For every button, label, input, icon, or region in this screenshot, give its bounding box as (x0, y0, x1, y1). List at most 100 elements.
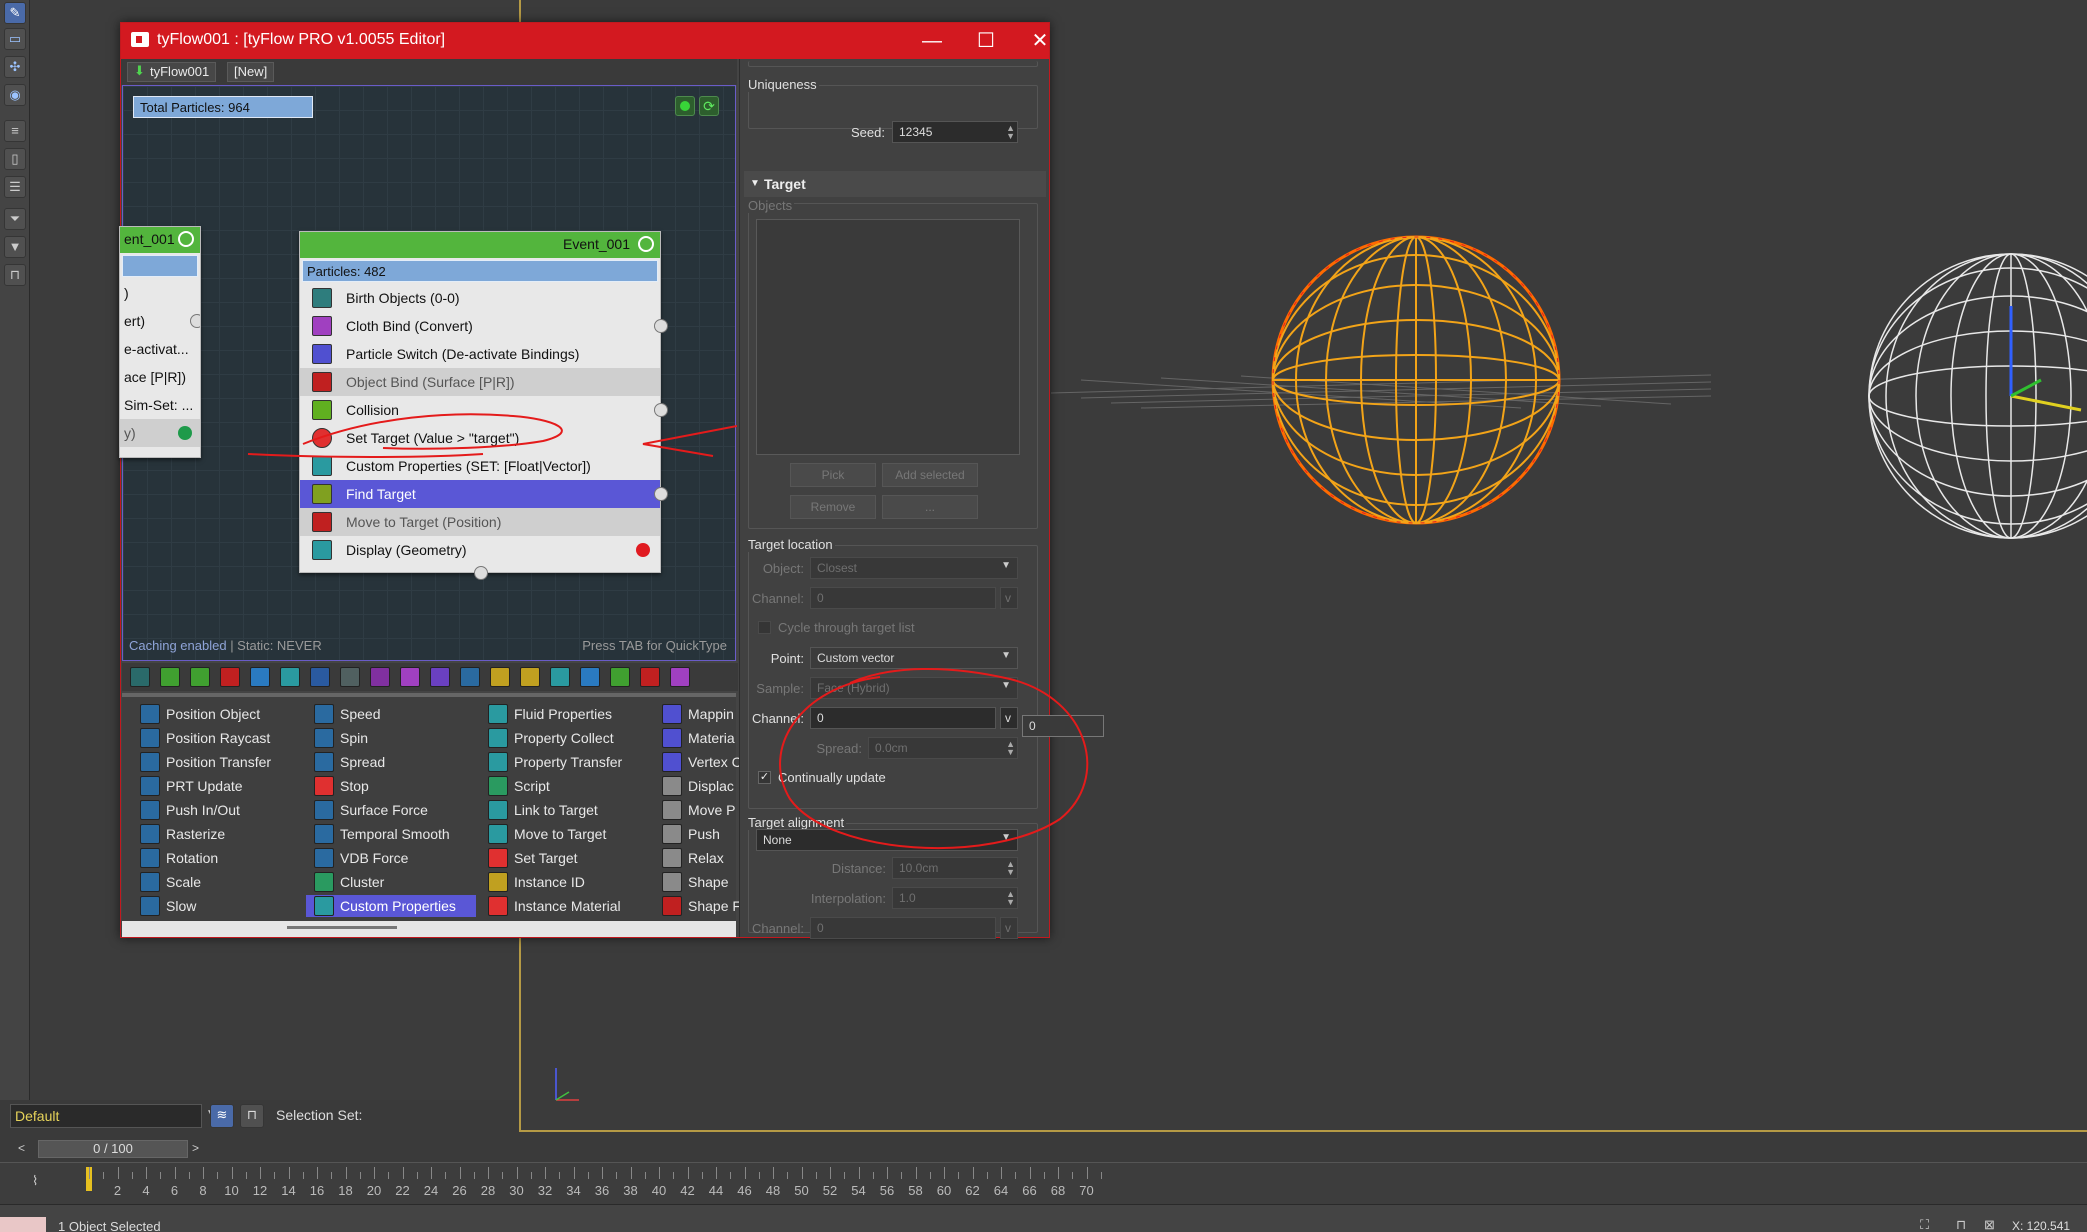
palette-item[interactable]: Position Raycast (132, 727, 302, 749)
remove-button[interactable]: Remove (790, 495, 876, 519)
palette-scrollbar[interactable] (122, 921, 736, 937)
category-icon[interactable] (520, 667, 540, 687)
palette-item[interactable]: Position Object (132, 703, 302, 725)
selection-set-icon[interactable]: ⊓ (240, 1104, 264, 1128)
palette-item[interactable]: Custom Properties (306, 895, 476, 917)
prev-frame-icon[interactable]: < (18, 1141, 25, 1155)
next-frame-icon[interactable]: > (192, 1141, 199, 1155)
category-icon[interactable] (610, 667, 630, 687)
create-panel-icon[interactable]: ✎ (4, 2, 26, 24)
category-icon[interactable] (220, 667, 240, 687)
palette-item[interactable]: Speed (306, 703, 476, 725)
palette-item[interactable]: Relax (654, 847, 736, 869)
channel3-vector-button[interactable]: v (1000, 917, 1018, 939)
track-bar[interactable]: ⌇ 2 4 6 8 10 12 14 16 18 20 22 24 26 28 30 32 34 36 38 40 42… (0, 1162, 2087, 1204)
isolate-icon[interactable]: ⛶ (1920, 1217, 1929, 1232)
palette-item[interactable]: Materia (654, 727, 736, 749)
category-icon[interactable] (580, 667, 600, 687)
palette-item[interactable]: Scale (132, 871, 302, 893)
title-bar[interactable]: tyFlow001 : [tyFlow PRO v1.0055 Editor] … (121, 23, 1049, 59)
palette-item[interactable]: Shape (654, 871, 736, 893)
folder-icon[interactable]: ⊓ (4, 264, 26, 286)
pick-button[interactable]: Pick (790, 463, 876, 487)
palette-item[interactable]: Slow (132, 895, 302, 917)
palette-item[interactable]: Link to Target (480, 799, 650, 821)
scrollbar-thumb[interactable] (287, 926, 397, 929)
collapse-triangle-icon[interactable]: ▼ (750, 178, 760, 189)
palette-item[interactable]: Mappin (654, 703, 736, 725)
palette-item[interactable]: Instance ID (480, 871, 650, 893)
category-icon[interactable] (160, 667, 180, 687)
category-icon[interactable] (310, 667, 330, 687)
target-rollout-header[interactable]: ▼ Target (744, 171, 1046, 197)
object-combo[interactable]: Closest ▼ (810, 557, 1018, 579)
lock-icon[interactable]: ⊓ (1956, 1217, 1966, 1232)
seed-spinner[interactable]: 12345 ▲ ▼ (892, 121, 1018, 143)
palette-item[interactable]: Instance Material (480, 895, 650, 917)
palette-item[interactable]: Move to Target (480, 823, 650, 845)
flow-graph[interactable]: Total Particles: 964 ⟳ ent_001 ) ert) e-… (119, 85, 737, 661)
palette-item[interactable]: Push In/Out (132, 799, 302, 821)
category-icon[interactable] (490, 667, 510, 687)
palette-item[interactable]: Set Target (480, 847, 650, 869)
palette-item[interactable]: Rasterize (132, 823, 302, 845)
filter-icon[interactable]: ⏷ (4, 208, 26, 230)
palette-item[interactable]: Shape F (654, 895, 741, 917)
maximize-icon[interactable]: ☐ (963, 26, 1009, 56)
category-icon[interactable] (280, 667, 300, 687)
category-icon[interactable] (370, 667, 390, 687)
hierarchy-icon[interactable]: ✣ (4, 56, 26, 78)
tab-new[interactable]: [New] (227, 62, 275, 82)
palette-item[interactable]: Spread (306, 751, 476, 773)
tab-tyflow001[interactable]: ⬇ tyFlow001 (127, 62, 217, 82)
palette-item[interactable]: Fluid Properties (480, 703, 650, 725)
time-slider[interactable]: 0 / 100 (38, 1140, 188, 1158)
category-icon[interactable] (400, 667, 420, 687)
palette-item[interactable]: Script (480, 775, 650, 797)
close-icon[interactable]: ✕ (1017, 26, 1063, 56)
minimize-icon[interactable]: — (909, 26, 955, 56)
palette-item[interactable]: Spin (306, 727, 476, 749)
palette-item[interactable]: PRT Update (132, 775, 302, 797)
channel-vector-button[interactable]: v (1000, 587, 1018, 609)
layers-icon[interactable]: ≋ (210, 1104, 234, 1128)
palette-item[interactable]: Push (654, 823, 736, 845)
palette-item[interactable]: Cluster (306, 871, 476, 893)
channel3-field[interactable]: 0 (810, 917, 996, 939)
document-icon[interactable]: ☰ (4, 176, 26, 198)
category-icon[interactable] (640, 667, 660, 687)
palette-item[interactable]: VDB Force (306, 847, 476, 869)
palette-item[interactable]: Displac (654, 775, 736, 797)
display-eye-icon[interactable]: ◉ (4, 84, 26, 106)
spinner-arrows-icon[interactable]: ▲ ▼ (1006, 890, 1015, 907)
category-icon[interactable] (550, 667, 570, 687)
palette-item[interactable]: Surface Force (306, 799, 476, 821)
category-icon[interactable] (460, 667, 480, 687)
layer-combo[interactable]: Default (10, 1104, 202, 1128)
palette-item[interactable]: Temporal Smooth (306, 823, 476, 845)
palette-item[interactable]: Position Transfer (132, 751, 302, 773)
add-selected-button[interactable]: Add selected (882, 463, 978, 487)
modify-panel-icon[interactable]: ▭ (4, 28, 26, 50)
curve-editor-icon[interactable]: ⌇ (32, 1173, 38, 1189)
palette-item[interactable]: Vertex C (654, 751, 742, 773)
interpolation-spinner[interactable]: 1.0 ▲ ▼ (892, 887, 1018, 909)
funnel-icon[interactable]: ▼ (4, 236, 26, 258)
objects-listbox[interactable] (756, 219, 1020, 455)
transform-mode-icon[interactable]: ⊠ (1984, 1217, 1995, 1232)
palette-item[interactable]: Rotation (132, 847, 302, 869)
palette-item[interactable]: Property Transfer (480, 751, 650, 773)
layer-list-icon[interactable]: ≡ (4, 120, 26, 142)
category-icon[interactable] (250, 667, 270, 687)
page-icon[interactable]: ▯ (4, 148, 26, 170)
palette-item[interactable]: Property Collect (480, 727, 650, 749)
palette-item[interactable]: Stop (306, 775, 476, 797)
category-icon[interactable] (130, 667, 150, 687)
more-button[interactable]: ... (882, 495, 978, 519)
channel-field[interactable]: 0 (810, 587, 996, 609)
category-icon[interactable] (670, 667, 690, 687)
category-icon[interactable] (430, 667, 450, 687)
category-icon[interactable] (190, 667, 210, 687)
spinner-arrows-icon[interactable]: ▲ ▼ (1006, 124, 1015, 141)
palette-item[interactable]: Move P (654, 799, 736, 821)
